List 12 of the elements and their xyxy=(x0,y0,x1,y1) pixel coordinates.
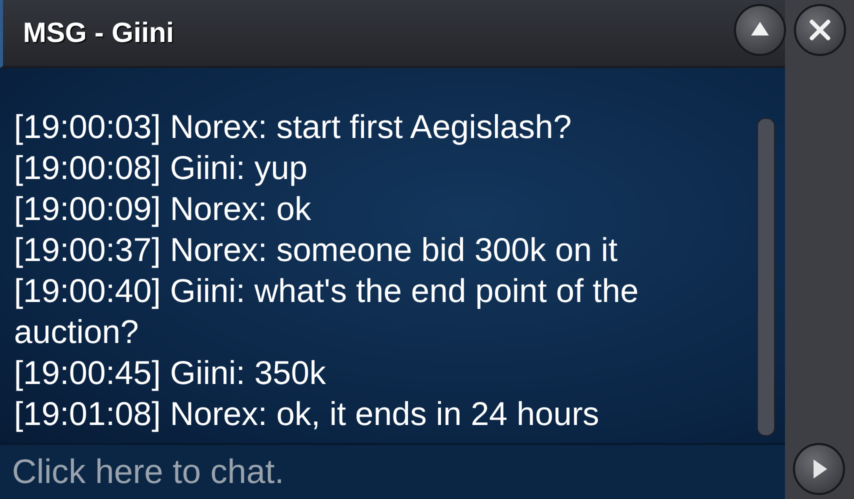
chat-message: [19:00:37] Norex: someone bid 300k on it xyxy=(14,230,619,270)
send-button[interactable] xyxy=(793,443,845,495)
chat-message: [19:00:45] Giini: 350k xyxy=(14,353,327,393)
chat-message: [19:01:08] Norex: ok, it ends in 24 hours xyxy=(14,394,600,434)
chat-input[interactable]: Click here to chat. xyxy=(0,443,785,499)
chat-message: [19:00:03] Norex: start first Aegislash? xyxy=(14,107,573,147)
chat-message: [19:00:09] Norex: ok xyxy=(14,189,312,229)
chat-message: [19:00:40] Giini: what's the end point of the auction? xyxy=(14,271,640,352)
chat-message: [19:00:08] Giini: yup xyxy=(14,148,309,188)
scrollbar[interactable] xyxy=(757,118,775,436)
close-button[interactable] xyxy=(794,4,846,56)
window-title: MSG - Giini xyxy=(23,17,174,49)
